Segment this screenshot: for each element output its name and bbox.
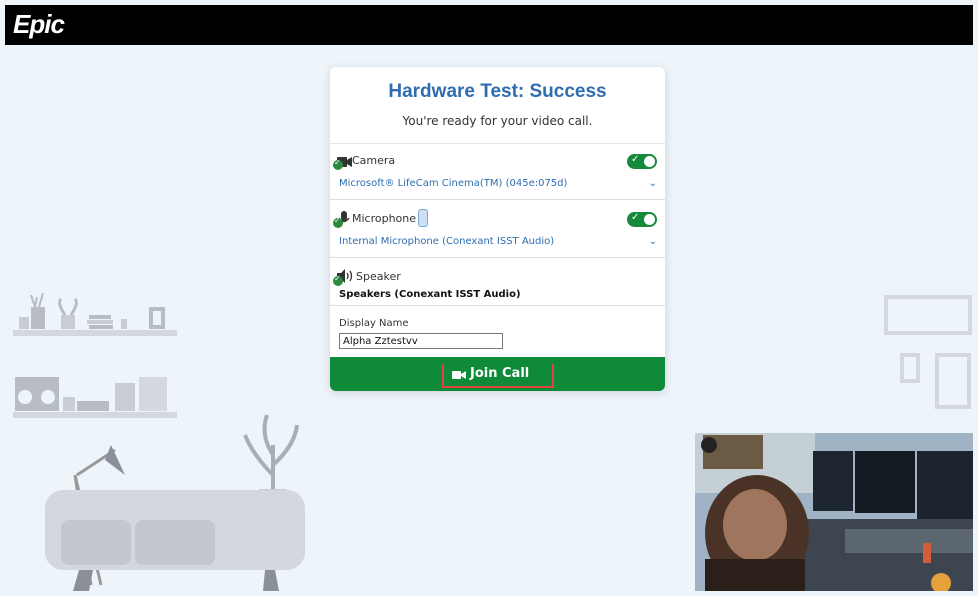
join-call-label: Join Call (470, 366, 530, 381)
card-title: Hardware Test: Success (388, 81, 607, 102)
camera-device-select[interactable]: Microsoft® LifeCam Cinema(TM) (045e:075d… (339, 178, 567, 189)
hardware-test-card: Hardware Test: Success You're ready for … (330, 67, 665, 391)
mic-level-indicator (418, 209, 428, 227)
chevron-down-icon[interactable]: ⌄ (649, 236, 657, 247)
speaker-check-icon: ✓ (333, 274, 343, 286)
epic-logo: Epic (13, 9, 65, 39)
chevron-down-icon[interactable]: ⌄ (649, 178, 657, 189)
join-bar: Join Call (330, 357, 665, 391)
toggle-check-icon: ✓ (631, 154, 640, 165)
camera-section: ✓ Camera ✓ Microsoft® LifeCam Cinema(TM)… (330, 143, 665, 200)
toggle-knob (644, 156, 655, 167)
microphone-check-icon: ✓ (333, 216, 343, 228)
camera-label: Camera (352, 154, 396, 167)
video-camera-icon (452, 371, 466, 379)
speaker-device: Speakers (Conexant ISST Audio) (339, 289, 521, 300)
speaker-section: ✓ Speaker Speakers (Conexant ISST Audio) (330, 257, 665, 306)
display-name-section: Display Name (330, 305, 665, 358)
display-name-label: Display Name (339, 318, 409, 329)
microphone-section: ✓ Microphone ✓ Internal Microphone (Cone… (330, 199, 665, 258)
card-subtitle: You're ready for your video call. (402, 114, 593, 128)
room-illustration-left (13, 292, 305, 591)
camera-check-icon: ✓ (333, 158, 343, 170)
camera-toggle[interactable]: ✓ (627, 154, 657, 169)
video-feed (695, 433, 973, 591)
wall-frames-right (884, 295, 972, 409)
top-bar: Epic (5, 5, 973, 45)
microphone-toggle[interactable]: ✓ (627, 212, 657, 227)
speaker-label: Speaker (356, 270, 401, 283)
microphone-device-select[interactable]: Internal Microphone (Conexant ISST Audio… (339, 236, 554, 247)
app-window: Epic Hardware Test: Success You're ready… (5, 5, 973, 591)
join-call-button[interactable]: Join Call (442, 364, 554, 388)
toggle-knob (644, 214, 655, 225)
microphone-label: Microphone (352, 212, 417, 225)
display-name-input[interactable] (339, 333, 503, 349)
self-video-preview (695, 433, 973, 591)
toggle-check-icon: ✓ (631, 212, 640, 223)
